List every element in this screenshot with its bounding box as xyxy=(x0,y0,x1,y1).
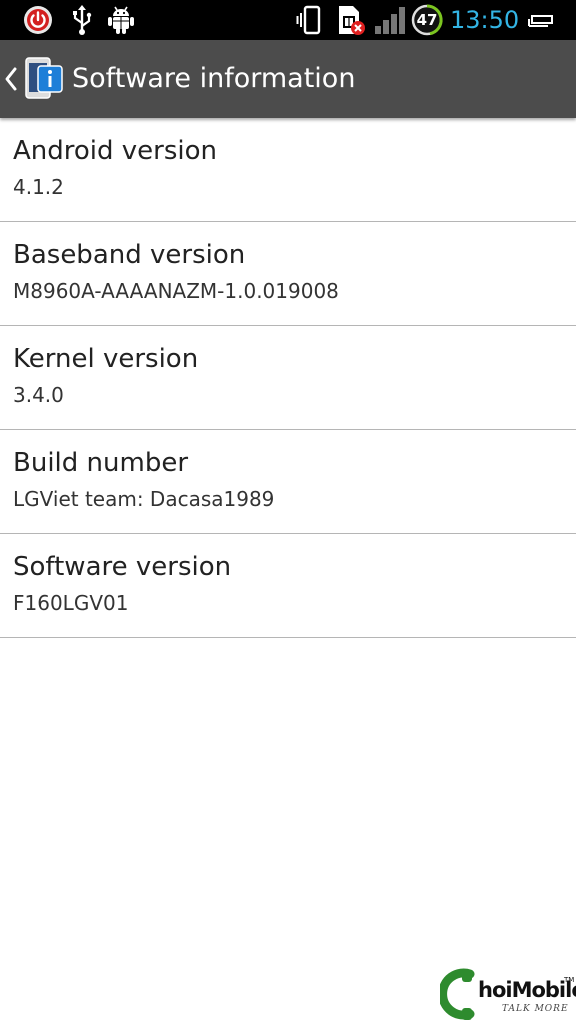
list-item-android-version[interactable]: Android version 4.1.2 xyxy=(0,118,576,222)
battery-icon: 47 xyxy=(410,4,444,36)
list-item-software-version[interactable]: Software version F160LGV01 xyxy=(0,534,576,638)
vibrate-icon xyxy=(296,4,328,36)
chevron-left-icon[interactable] xyxy=(4,66,18,96)
item-value: M8960A-AAAANAZM-1.0.019008 xyxy=(13,279,339,303)
android-debug-icon xyxy=(106,4,136,36)
status-bar: 47 13:50 xyxy=(0,0,576,40)
list-item-kernel-version[interactable]: Kernel version 3.4.0 xyxy=(0,326,576,430)
item-title: Android version xyxy=(13,136,218,166)
watermark-logo: C hoiMobile TM TALK MORE xyxy=(440,968,576,1022)
watermark-tagline: TALK MORE xyxy=(502,1004,569,1014)
item-value: LGViet team: Dacasa1989 xyxy=(13,487,275,511)
usb-icon xyxy=(70,4,94,36)
signal-icon xyxy=(374,4,406,36)
power-icon xyxy=(22,4,54,36)
watermark-brand-text: hoiMobile xyxy=(478,978,576,1002)
list-item-build-number[interactable]: Build number LGViet team: Dacasa1989 xyxy=(0,430,576,534)
page-title: Software information xyxy=(72,63,356,94)
list-item-baseband-version[interactable]: Baseband version M8960A-AAAANAZM-1.0.019… xyxy=(0,222,576,326)
info-list: Android version 4.1.2 Baseband version M… xyxy=(0,118,576,638)
notification-tray-icon[interactable] xyxy=(528,4,554,36)
item-value: 3.4.0 xyxy=(13,383,64,407)
item-title: Kernel version xyxy=(13,344,199,374)
item-title: Baseband version xyxy=(13,240,246,270)
battery-level-text: 47 xyxy=(416,11,438,29)
info-icon[interactable] xyxy=(22,56,64,104)
status-clock: 13:50 xyxy=(450,6,520,34)
item-value: 4.1.2 xyxy=(13,175,64,199)
item-title: Build number xyxy=(13,448,189,478)
item-title: Software version xyxy=(13,552,232,582)
item-value: F160LGV01 xyxy=(13,591,129,615)
watermark-trademark: TM xyxy=(564,976,575,984)
sim-error-icon xyxy=(336,4,366,36)
action-bar: Software information xyxy=(0,40,576,118)
